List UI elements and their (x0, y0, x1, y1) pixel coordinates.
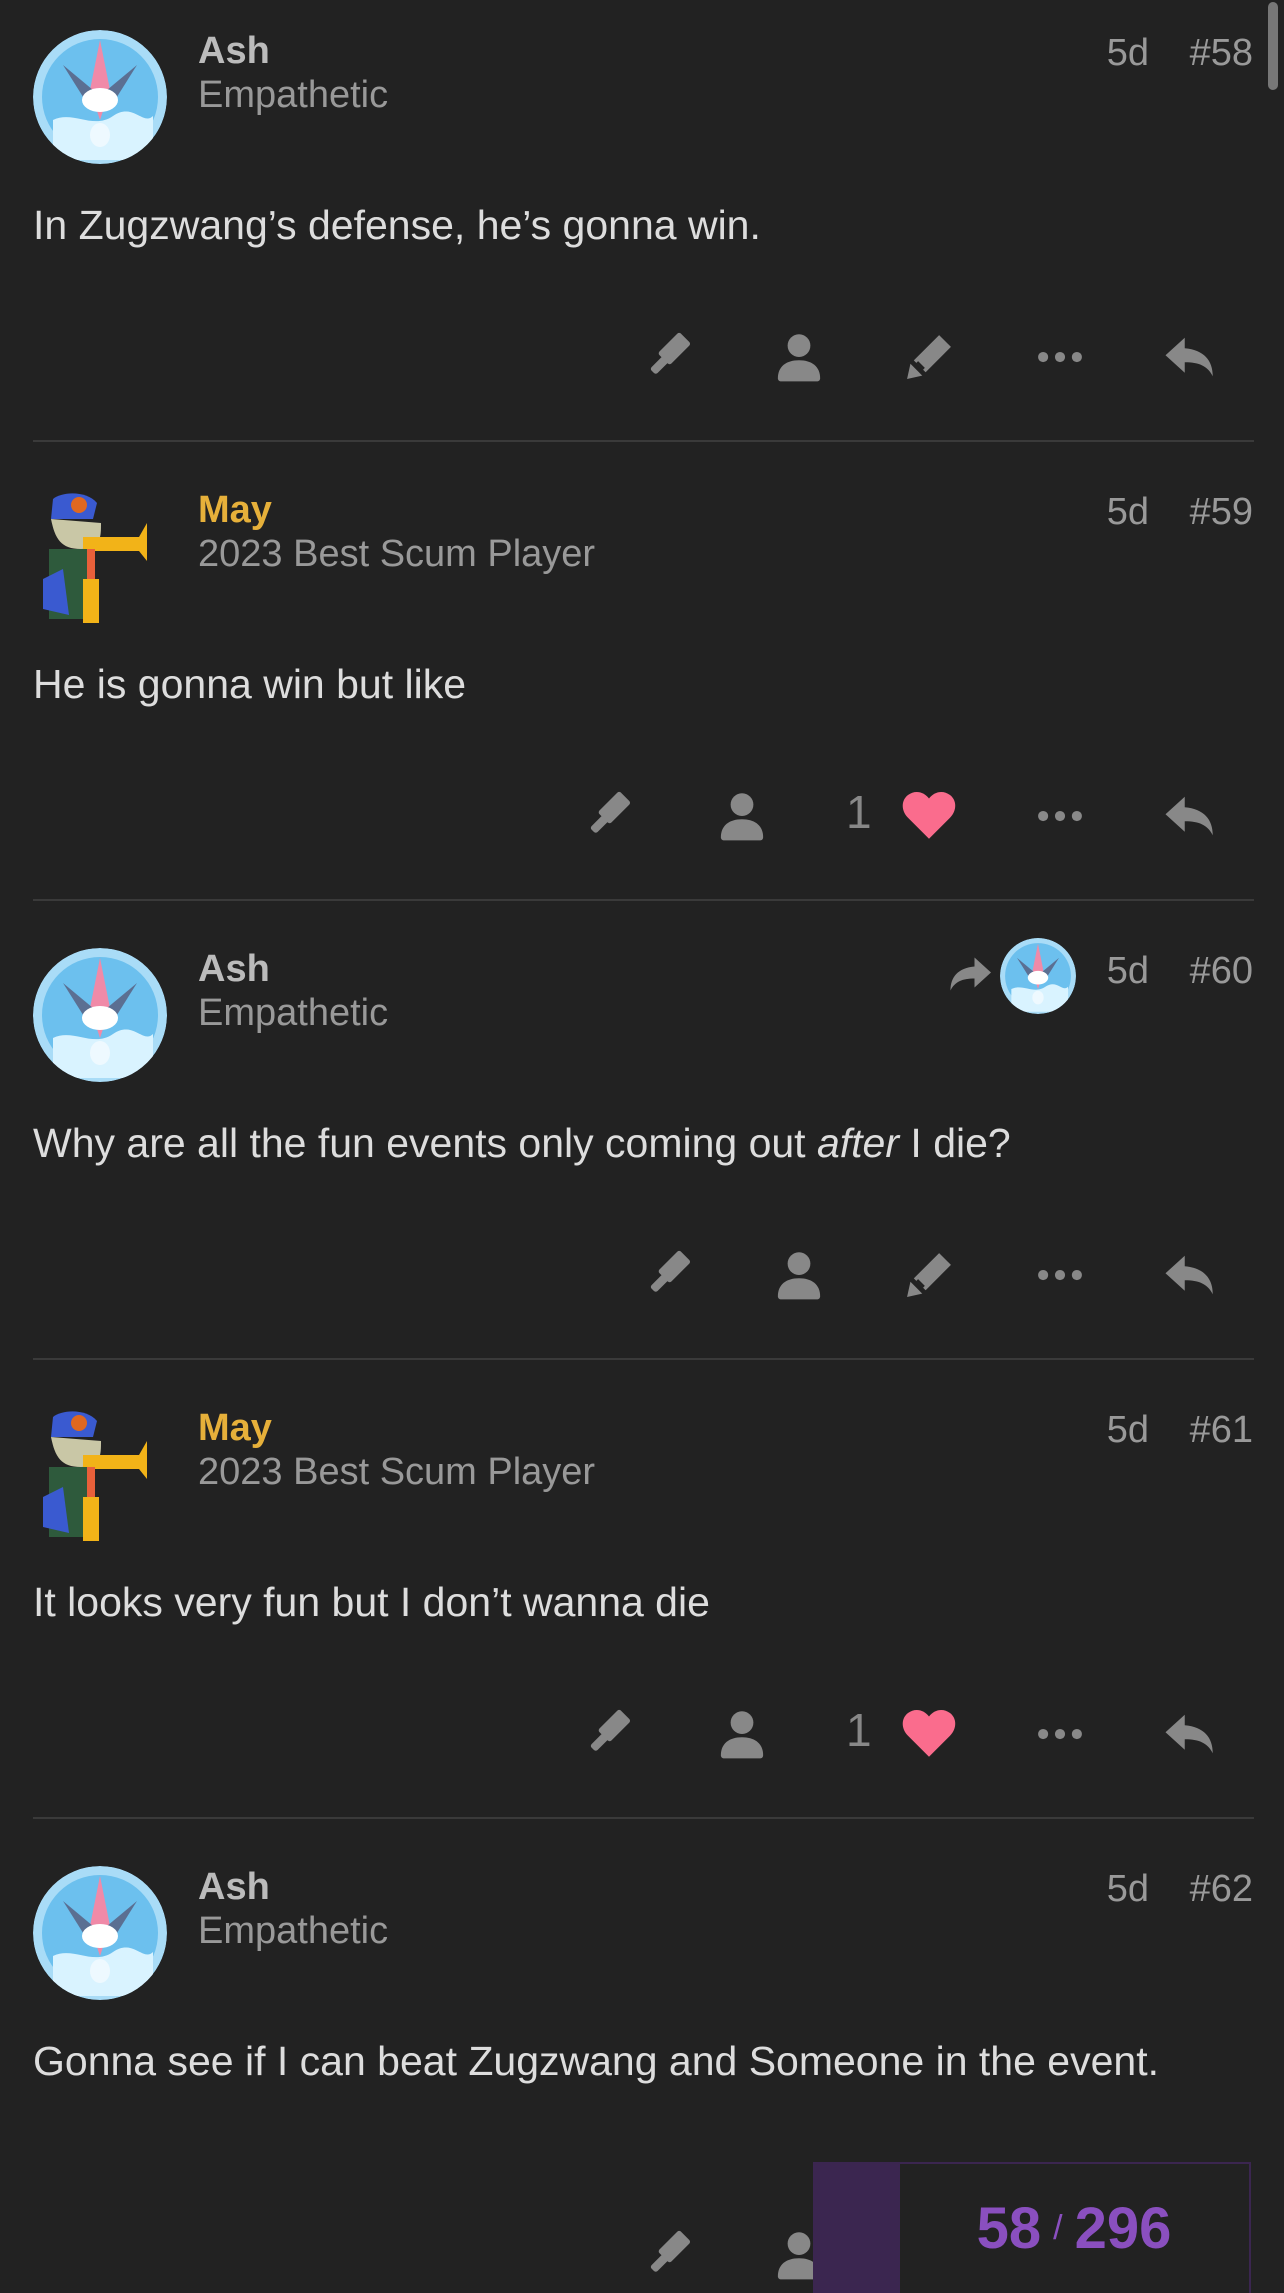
username[interactable]: May (198, 1407, 272, 1450)
reply-icon[interactable] (1155, 1240, 1225, 1310)
share-arrow-icon (946, 950, 994, 998)
username[interactable]: Ash (198, 948, 270, 991)
divider (33, 440, 1254, 442)
user-icon[interactable] (707, 781, 777, 851)
post-number[interactable]: #58 (1190, 32, 1253, 75)
post-number[interactable]: #61 (1190, 1409, 1253, 1452)
user-title: 2023 Best Scum Player (198, 1451, 596, 1493)
ellipsis-icon[interactable] (1025, 781, 1095, 851)
ellipsis-icon[interactable] (1025, 1240, 1095, 1310)
username[interactable]: May (198, 489, 272, 532)
pencil-icon[interactable] (894, 322, 964, 392)
heart-icon[interactable] (894, 781, 964, 851)
pencil-icon[interactable] (894, 1240, 964, 1310)
post-body: Why are all the fun events only coming o… (33, 1112, 1244, 1174)
post-date[interactable]: 5d (1107, 491, 1149, 534)
username[interactable]: Ash (198, 30, 270, 73)
ellipsis-icon[interactable] (1025, 1699, 1095, 1769)
user-icon[interactable] (707, 1699, 777, 1769)
progress-total: 296 (1074, 2196, 1172, 2261)
progress-separator: / (1053, 2209, 1063, 2247)
gavel-icon[interactable] (636, 322, 706, 392)
post-body-emphasis: after (816, 1120, 900, 1166)
ellipsis-icon[interactable] (1025, 322, 1095, 392)
avatar[interactable] (33, 489, 167, 623)
post-body: In Zugzwang’s defense, he’s gonna win. (33, 202, 761, 248)
user-icon[interactable] (764, 1240, 834, 1310)
reply-to-avatar (1000, 938, 1076, 1014)
post-date[interactable]: 5d (1107, 1409, 1149, 1452)
avatar[interactable] (33, 1407, 167, 1541)
user-title: Empathetic (198, 992, 389, 1034)
avatar[interactable] (33, 948, 167, 1082)
post-date[interactable]: 5d (1107, 32, 1149, 75)
reply-icon[interactable] (1155, 1699, 1225, 1769)
reply-icon[interactable] (1155, 322, 1225, 392)
user-icon[interactable] (764, 322, 834, 392)
post-number[interactable]: #59 (1190, 491, 1253, 534)
post-date[interactable]: 5d (1107, 950, 1149, 993)
avatar[interactable] (33, 1866, 167, 2000)
reply-icon[interactable] (1155, 781, 1225, 851)
user-title: Empathetic (198, 1910, 389, 1952)
like-count[interactable]: 1 (846, 1703, 872, 1757)
post-body: It looks very fun but I don’t wanna die (33, 1579, 710, 1625)
post-body-text: Why are all the fun events only coming o… (33, 1120, 817, 1166)
progress-text[interactable]: 58 / 296 (899, 2164, 1249, 2293)
gavel-icon[interactable] (636, 2220, 706, 2290)
like-count[interactable]: 1 (846, 785, 872, 839)
post-body-text: I die? (899, 1120, 1011, 1166)
user-title: 2023 Best Scum Player (198, 533, 596, 575)
avatar[interactable] (33, 30, 167, 164)
scrollbar[interactable] (1268, 2, 1278, 90)
heart-icon[interactable] (894, 1699, 964, 1769)
user-title: Empathetic (198, 74, 389, 116)
post-number[interactable]: #62 (1190, 1868, 1253, 1911)
post-number[interactable]: #60 (1190, 950, 1253, 993)
gavel-icon[interactable] (576, 1699, 646, 1769)
gavel-icon[interactable] (576, 781, 646, 851)
post-body: He is gonna win but like (33, 661, 467, 707)
topic-progress[interactable]: 58 / 296 (813, 2162, 1251, 2293)
post-date[interactable]: 5d (1107, 1868, 1149, 1911)
divider (33, 899, 1254, 901)
progress-current: 58 (976, 2196, 1042, 2261)
divider (33, 1358, 1254, 1360)
progress-fill (815, 2164, 901, 2293)
divider (33, 1817, 1254, 1819)
gavel-icon[interactable] (636, 1240, 706, 1310)
username[interactable]: Ash (198, 1866, 270, 1909)
post-body: Gonna see if I can beat Zugzwang and Som… (33, 2038, 1159, 2084)
